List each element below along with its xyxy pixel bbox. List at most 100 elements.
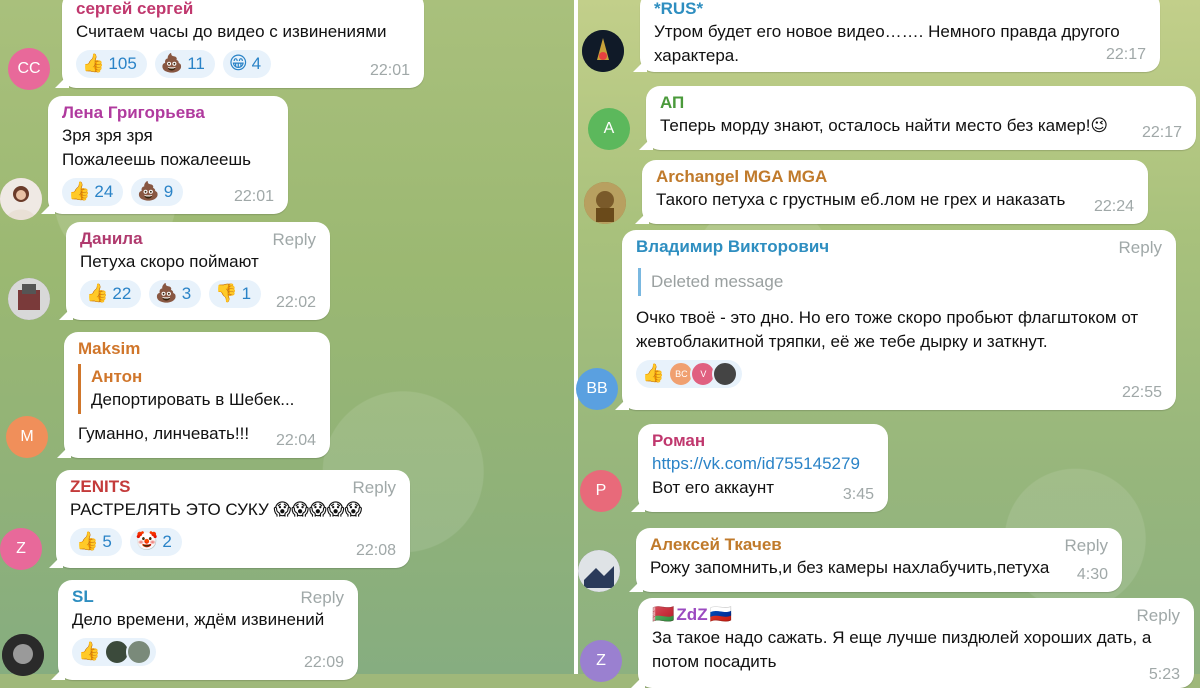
message-text: Рожу запомнить,и без камеры нахлабучить,… [650, 558, 1050, 577]
reaction-count: 9 [163, 182, 174, 201]
reaction-pill[interactable]: 👍 5 [70, 528, 122, 556]
thumbs-up-icon: 👍 [68, 181, 91, 202]
avatar-initials: P [595, 482, 607, 499]
russia-flag-icon: 🇷🇺 [709, 604, 732, 625]
message-bubble[interactable]: Лена Григорьева Зря зря зря Пожалеешь по… [48, 96, 288, 214]
avatar-initials: Z [16, 540, 26, 557]
message-bubble[interactable]: 🇧🇾 ZdZ 🇷🇺 Reply За такое надо сажать. Я … [638, 598, 1194, 688]
avatar-photo[interactable] [584, 182, 626, 224]
avatar-photo[interactable] [578, 550, 620, 592]
avatar[interactable]: Z [580, 640, 622, 682]
message-text-line: Утром будет его новое видео……. Немного п… [654, 22, 1120, 41]
message-text-line: потом посадить [652, 652, 777, 671]
reply-button[interactable]: Reply [273, 230, 316, 250]
message-time: 22:24 [1093, 198, 1134, 215]
poop-icon: 💩 [155, 283, 178, 304]
message-time: 22:02 [275, 294, 316, 311]
avatar[interactable]: P [580, 470, 622, 512]
thumbs-up-icon: 👍 [642, 363, 665, 384]
message-bubble[interactable]: *RUS* Утром будет его новое видео……. Нем… [640, 0, 1160, 72]
message-time: 22:09 [303, 654, 344, 671]
reaction-pill[interactable]: 👍 105 [76, 50, 147, 78]
thumbs-up-icon: 👍 [76, 531, 99, 552]
reaction-pill[interactable]: 👍 22 [80, 280, 142, 308]
message-time: 22:04 [275, 432, 316, 449]
clown-icon: 🤡 [135, 531, 159, 552]
reply-button[interactable]: Reply [301, 588, 344, 608]
message-bubble[interactable]: Archangel MGA MGA Такого петуха с грустн… [642, 160, 1148, 224]
avatar-photo[interactable] [0, 178, 42, 220]
sender-name[interactable]: ZENITS [70, 476, 398, 498]
avatar-initials: СС [17, 60, 41, 77]
message-bubble[interactable]: Роман https://vk.com/id755145279 Вот его… [638, 424, 888, 512]
reaction-pill[interactable]: 💩 3 [149, 280, 202, 308]
avatar[interactable]: Z [0, 528, 42, 570]
photo-icon [2, 634, 44, 676]
sender-name[interactable]: Алексей Ткачев [650, 534, 1110, 556]
message-text: Считаем часы до видео с извинениями [76, 22, 387, 41]
reaction-count: 105 [108, 54, 137, 73]
reaction-count: 24 [94, 182, 114, 201]
photo-icon [8, 278, 50, 320]
message-bubble[interactable]: Владимир Викторович Reply Deleted messag… [622, 230, 1176, 410]
avatar[interactable]: BB [576, 368, 618, 410]
avatar-initials: А [603, 120, 615, 137]
sender-name[interactable]: Роман [652, 430, 876, 452]
reaction-pill[interactable]: 👎 1 [209, 280, 262, 308]
avatar-photo[interactable] [8, 278, 50, 320]
sender-name[interactable]: Maksim [78, 338, 318, 360]
reaction-pill[interactable]: 🤡 2 [129, 528, 182, 556]
sender-name[interactable]: *RUS* [654, 0, 1148, 20]
message-text-line: Пожалеешь пожалеешь [62, 150, 251, 169]
reply-button[interactable]: Reply [353, 478, 396, 498]
message-bubble[interactable]: АП Теперь морду знают, осталось найти ме… [646, 86, 1196, 150]
reaction-pill[interactable]: 👍 24 [62, 178, 124, 206]
reaction-pill[interactable]: 👍 BC V [636, 360, 743, 388]
message-bubble[interactable]: сергей сергей Считаем часы до видео с из… [62, 0, 424, 88]
reaction-count: 4 [251, 54, 262, 73]
avatar[interactable]: А [588, 108, 630, 150]
photo-icon [582, 30, 624, 72]
reactions: 👍 105 💩 11 😁 4 [76, 50, 412, 78]
message-time: 3:45 [842, 486, 874, 503]
message-text: Дело времени, ждём извинений [72, 610, 325, 629]
message-bubble[interactable]: Maksim Антон Депортировать в Шебек... Гу… [64, 332, 330, 458]
message-text-line: За такое надо сажать. Я еще лучше пиздюл… [652, 628, 1152, 647]
avatar[interactable]: M [6, 416, 48, 458]
reaction-pill[interactable]: 😁 4 [222, 50, 272, 78]
message-bubble[interactable]: ZENITS Reply РАСТРЕЛЯТЬ ЭТО СУКУ 😱😱😱😱😱 👍… [56, 470, 410, 568]
avatar-photo[interactable] [2, 634, 44, 676]
avatar[interactable]: СС [8, 48, 50, 90]
message-bubble[interactable]: Алексей Ткачев Reply Рожу запомнить,и бе… [636, 528, 1122, 592]
reply-button[interactable]: Reply [1119, 238, 1162, 258]
reaction-count: 11 [187, 54, 205, 73]
sender-name[interactable]: 🇧🇾 ZdZ 🇷🇺 [652, 604, 1182, 626]
reaction-count: 1 [241, 284, 252, 303]
thumbs-up-icon: 👍 [78, 641, 101, 662]
reply-button[interactable]: Reply [1065, 536, 1108, 556]
sender-name[interactable]: сергей сергей [76, 0, 412, 20]
reaction-pill[interactable]: 💩 9 [131, 178, 184, 206]
profile-link[interactable]: https://vk.com/id755145279 [652, 452, 876, 476]
reaction-pill[interactable]: 👍 [72, 638, 157, 666]
quoted-reply[interactable]: Антон Депортировать в Шебек... [78, 364, 318, 414]
reaction-count: 2 [162, 532, 172, 551]
sender-name[interactable]: Лена Григорьева [62, 102, 276, 124]
sender-name[interactable]: АП [660, 92, 1184, 114]
avatar-initials: Z [596, 652, 606, 669]
message-text-line: жевтоблакитной тряпки, её же тебе дырку … [636, 332, 1048, 351]
message-bubble[interactable]: SL Reply Дело времени, ждём извинений 👍 … [58, 580, 358, 680]
message-text: Такого петуха с грустным еб.лом не грех … [656, 190, 1066, 209]
reaction-pill[interactable]: 💩 11 [154, 50, 215, 78]
message-time: 22:01 [233, 188, 274, 205]
sender-name[interactable]: Archangel MGA MGA [656, 166, 1136, 188]
quoted-sender: Антон [91, 367, 143, 386]
reply-button[interactable]: Reply [1137, 606, 1180, 626]
message-time: 22:55 [1121, 384, 1162, 401]
reaction-count: 3 [181, 284, 192, 303]
message-bubble[interactable]: Данила Reply Петуха скоро поймают 👍 22 💩 3… [66, 222, 330, 320]
quoted-reply[interactable]: Deleted message [638, 268, 1164, 296]
avatar-photo[interactable] [582, 30, 624, 72]
poop-icon: 💩 [137, 181, 160, 202]
sender-name[interactable]: Владимир Викторович [636, 236, 1164, 258]
